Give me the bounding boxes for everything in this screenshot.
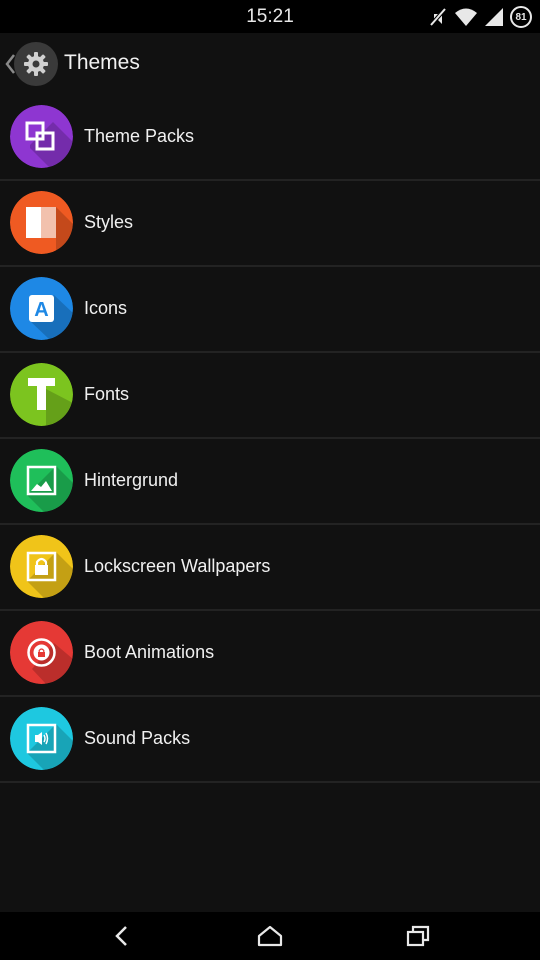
list-item-label: Hintergrund xyxy=(84,470,179,490)
lockscreen-icon xyxy=(10,535,73,598)
action-bar[interactable]: Themes xyxy=(0,33,540,95)
wallpaper-icon xyxy=(10,449,73,512)
list-item-label: Lockscreen Wallpapers xyxy=(84,556,271,576)
themes-list: Theme Packs Styles A Icons Fonts Hinterg… xyxy=(0,95,540,783)
list-item-wallpaper[interactable]: Hintergrund xyxy=(0,439,540,525)
list-item-styles[interactable]: Styles xyxy=(0,181,540,267)
status-bar: 15:21 81 xyxy=(0,0,540,33)
list-item-icons[interactable]: A Icons xyxy=(0,267,540,353)
home-icon[interactable] xyxy=(250,922,290,950)
page-title: Themes xyxy=(64,51,140,74)
styles-icon xyxy=(10,191,73,254)
list-item-label: Styles xyxy=(84,212,134,232)
theme-packs-icon xyxy=(10,105,73,168)
fonts-icon xyxy=(10,363,73,426)
signal-icon xyxy=(485,8,503,26)
battery-icon: 81 xyxy=(510,6,532,28)
navigation-bar xyxy=(0,912,540,960)
list-item-lockscreen-wallpapers[interactable]: Lockscreen Wallpapers xyxy=(0,525,540,611)
wifi-icon xyxy=(455,8,477,26)
sound-packs-icon xyxy=(10,707,73,770)
themes-screen: Themes Theme Packs Styles A Icons Fonts … xyxy=(0,33,540,912)
boot-animation-icon xyxy=(10,621,73,684)
list-item-boot-animations[interactable]: Boot Animations xyxy=(0,611,540,697)
list-item-sound-packs[interactable]: Sound Packs xyxy=(0,697,540,783)
mute-icon xyxy=(429,7,447,27)
list-item-label: Boot Animations xyxy=(84,642,215,662)
recents-icon[interactable] xyxy=(398,922,438,950)
svg-text:A: A xyxy=(34,299,48,321)
list-item-label: Theme Packs xyxy=(84,126,195,146)
list-item-fonts[interactable]: Fonts xyxy=(0,353,540,439)
status-icons: 81 xyxy=(428,5,532,29)
list-item-label: Icons xyxy=(84,298,128,318)
list-item-theme-packs[interactable]: Theme Packs xyxy=(0,95,540,181)
list-item-label: Fonts xyxy=(84,384,130,404)
back-icon[interactable] xyxy=(102,922,142,950)
gear-icon[interactable] xyxy=(14,42,58,86)
icons-icon: A xyxy=(10,277,73,340)
list-item-label: Sound Packs xyxy=(84,728,191,748)
